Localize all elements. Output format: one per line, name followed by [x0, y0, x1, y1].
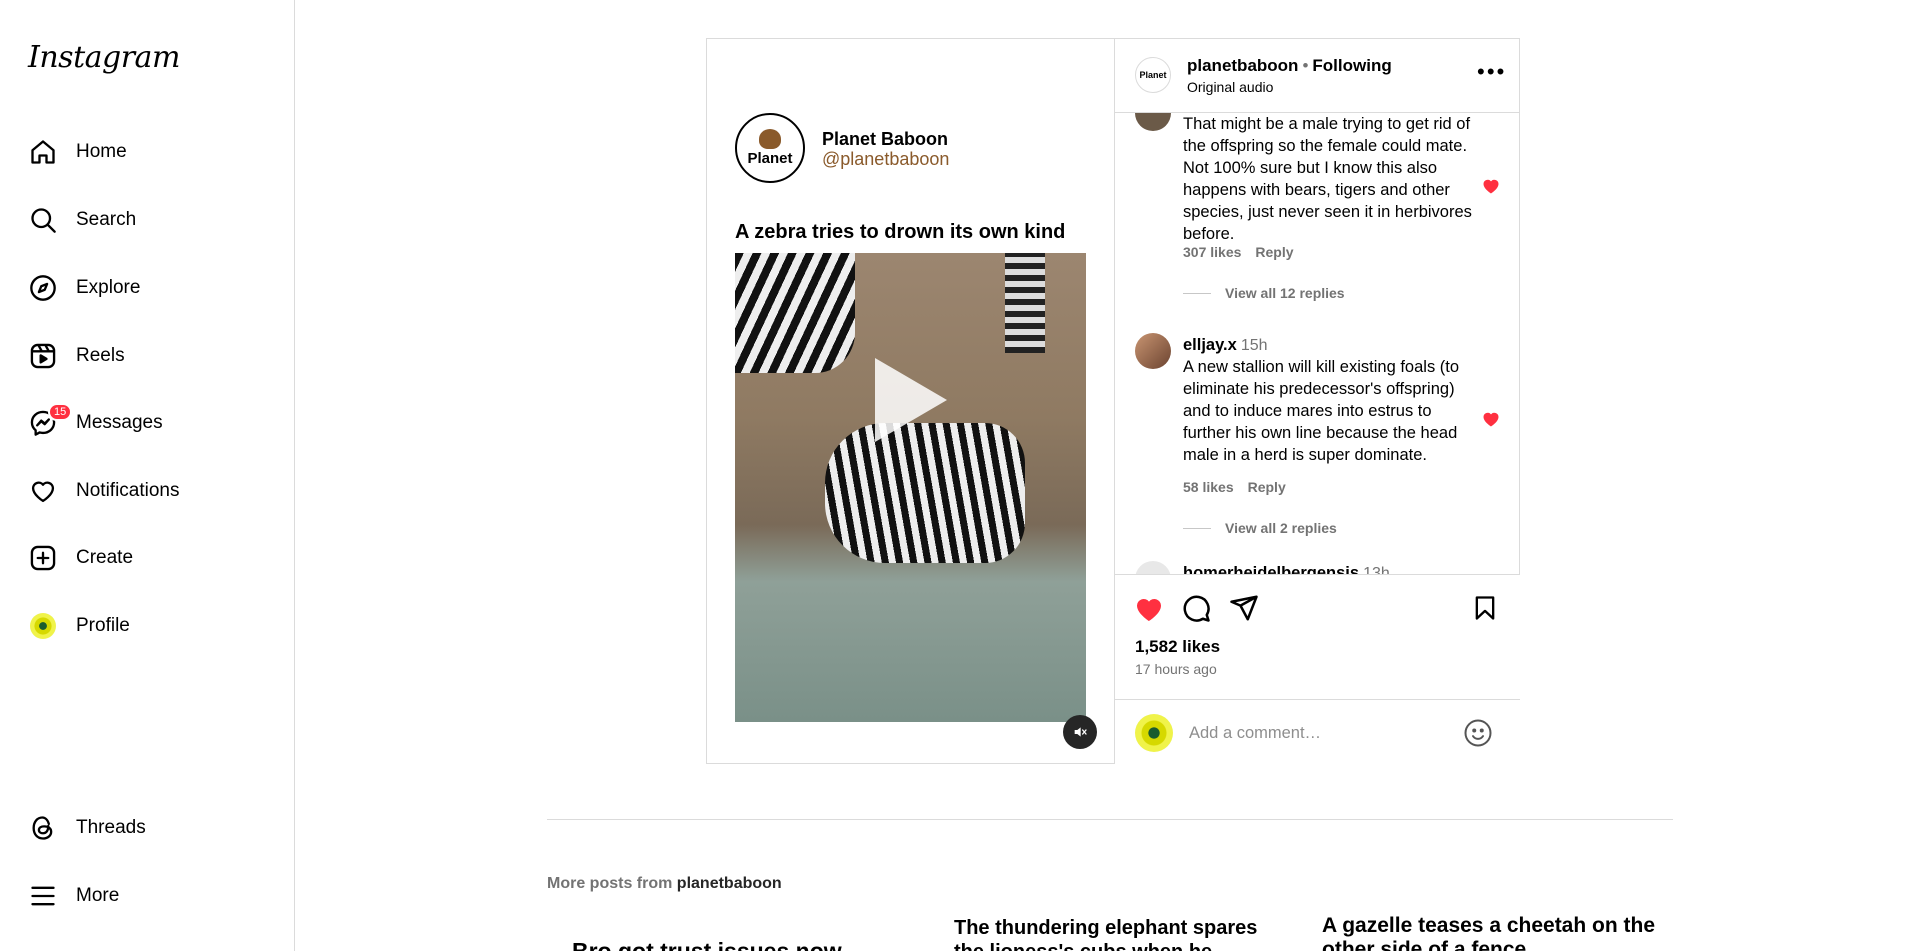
original-audio-link[interactable]: Original audio — [1187, 79, 1273, 95]
add-comment-bar — [1115, 699, 1520, 765]
author-avatar[interactable]: Planet — [1135, 57, 1171, 93]
save-bookmark-icon[interactable] — [1471, 593, 1499, 623]
menu-icon — [28, 881, 58, 911]
messages-badge: 15 — [48, 403, 73, 421]
comment-likes[interactable]: 307 likes — [1183, 244, 1241, 260]
sidebar-item-create[interactable]: Create — [28, 538, 268, 578]
comment-like-heart-icon[interactable] — [1481, 409, 1501, 429]
sidebar-item-search[interactable]: Search — [28, 200, 268, 240]
comment-time: 15h — [1240, 337, 1268, 354]
sidebar-item-label: Notifications — [76, 480, 180, 501]
sidebar-item-label: Reels — [76, 345, 125, 366]
comment-header: elljay.x 15h — [1183, 334, 1473, 357]
video-frame-zebra — [735, 253, 855, 373]
sidebar-item-label: Explore — [76, 277, 141, 298]
post-timestamp[interactable]: 17 hours ago — [1135, 661, 1217, 677]
post-actions: 1,582 likes 17 hours ago — [1115, 574, 1520, 764]
emoji-icon[interactable] — [1463, 718, 1493, 748]
reels-icon — [28, 341, 58, 371]
section-divider — [547, 819, 1673, 820]
more-post-tile-title[interactable]: Bro got trust issues now — [572, 936, 872, 951]
comment-input[interactable] — [1189, 720, 1449, 746]
search-icon — [28, 205, 58, 235]
sidebar-item-more[interactable]: More — [28, 876, 268, 916]
view-replies-button[interactable]: View all 2 replies — [1183, 520, 1337, 536]
replies-divider — [1183, 292, 1211, 294]
share-icon[interactable] — [1229, 593, 1259, 623]
view-replies-label: View all 12 replies — [1225, 285, 1345, 301]
current-user-avatar — [1135, 714, 1173, 752]
sidebar-item-label: Messages — [76, 412, 163, 433]
sidebar-item-label: More — [76, 885, 120, 906]
speaker-muted-icon — [1074, 727, 1087, 737]
brand-logo-text: Planet — [747, 150, 793, 167]
play-icon[interactable] — [875, 358, 947, 442]
plus-square-icon — [28, 543, 58, 573]
baboon-logo-icon — [759, 129, 781, 149]
profile-avatar — [28, 611, 58, 641]
sidebar-item-explore[interactable]: Explore — [28, 268, 268, 308]
messenger-icon: 15 — [28, 403, 73, 438]
video-frame-zebra-lying — [825, 423, 1025, 563]
video-frame-zebra-legs — [1005, 253, 1045, 353]
likes-count[interactable]: 1,582 likes — [1135, 637, 1220, 657]
sidebar-item-label: Threads — [76, 817, 146, 838]
comment-meta: 58 likes Reply — [1183, 479, 1300, 495]
threads-icon — [28, 813, 58, 843]
comment-likes[interactable]: 58 likes — [1183, 479, 1234, 495]
video-player[interactable] — [735, 253, 1086, 722]
more-options-icon[interactable]: • • • — [1477, 61, 1504, 83]
view-replies-button[interactable]: View all 12 replies — [1183, 285, 1345, 301]
comment-meta: 307 likes Reply — [1183, 244, 1308, 260]
comment-text: That might be a male trying to get rid o… — [1183, 115, 1472, 243]
post-header: Planet planetbaboon • Following Original a… — [1115, 39, 1520, 113]
comment-avatar[interactable] — [1135, 113, 1171, 131]
more-posts-heading: More posts from planetbaboon — [547, 875, 782, 893]
sidebar-item-label: Home — [76, 141, 127, 162]
post-media: Planet Planet Baboon @planetbaboon A zeb… — [707, 39, 1115, 763]
comment-avatar[interactable] — [1135, 333, 1171, 369]
heart-icon — [28, 476, 58, 506]
sidebar: Instagram Home Search Explore Reels 15 M… — [0, 0, 295, 951]
mute-toggle[interactable] — [1063, 715, 1097, 749]
sidebar-item-messages[interactable]: 15 Messages — [28, 403, 268, 443]
more-posts-prefix: More posts from — [547, 875, 673, 892]
following-button[interactable]: Following — [1312, 56, 1391, 75]
author-username[interactable]: planetbaboon — [1187, 56, 1298, 75]
sidebar-item-label: Search — [76, 209, 137, 230]
comment-reply-button[interactable]: Reply — [1255, 244, 1293, 260]
brand-name: Planet Baboon — [822, 129, 949, 149]
comment-text: A new stallion will kill existing foals … — [1183, 358, 1460, 464]
replies-divider — [1183, 527, 1211, 529]
explore-icon — [28, 273, 58, 303]
view-replies-label: View all 2 replies — [1225, 520, 1337, 536]
post-card: Planet Planet Baboon @planetbaboon A zeb… — [706, 38, 1520, 764]
brand-handle: @planetbaboon — [822, 149, 950, 169]
brand-logo: Planet — [735, 113, 805, 183]
sidebar-item-reels[interactable]: Reels — [28, 336, 268, 376]
post-details: Planet planetbaboon • Following Original a… — [1115, 39, 1520, 764]
author-line: planetbaboon • Following — [1187, 56, 1392, 76]
sidebar-item-threads[interactable]: Threads — [28, 808, 268, 848]
separator-dot: • — [1302, 56, 1309, 75]
sidebar-item-profile[interactable]: Profile — [28, 606, 268, 646]
more-post-tile-title[interactable]: A gazelle teases a cheetah on the other … — [1322, 914, 1662, 951]
comments-list[interactable]: That might be a male trying to get rid o… — [1115, 113, 1520, 613]
comment-username[interactable]: elljay.x — [1183, 336, 1237, 354]
comment-reply-button[interactable]: Reply — [1248, 479, 1286, 495]
like-heart-icon[interactable] — [1133, 593, 1165, 625]
instagram-logo[interactable]: Instagram — [28, 40, 180, 75]
comment-like-heart-icon[interactable] — [1481, 176, 1501, 196]
sidebar-item-label: Profile — [76, 615, 130, 636]
sidebar-item-notifications[interactable]: Notifications — [28, 471, 268, 511]
home-icon — [28, 137, 58, 167]
comment-icon[interactable] — [1181, 593, 1211, 623]
more-posts-username[interactable]: planetbaboon — [677, 875, 782, 892]
sidebar-item-home[interactable]: Home — [28, 132, 268, 172]
video-title: A zebra tries to drown its own kind — [735, 221, 1066, 243]
more-post-tile-title[interactable]: The thundering elephant spares the lione… — [954, 916, 1284, 951]
sidebar-item-label: Create — [76, 547, 134, 568]
